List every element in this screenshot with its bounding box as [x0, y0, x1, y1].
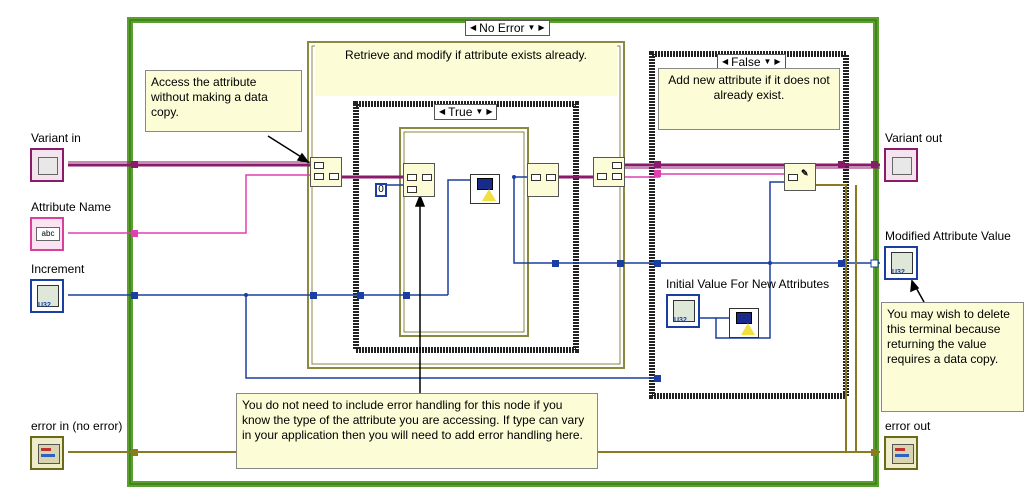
variant-input-port	[314, 162, 324, 169]
zero-constant[interactable]: 0	[375, 183, 387, 197]
modified-value-terminal[interactable]: U32	[884, 246, 918, 280]
variant-output-port	[546, 174, 556, 181]
variant-in-terminal[interactable]	[30, 148, 64, 182]
value-output-port	[329, 173, 339, 180]
u32-label: U32	[892, 269, 905, 276]
variant-input-port	[531, 174, 541, 181]
type-input-port	[407, 186, 417, 193]
error-status-bar	[895, 448, 905, 451]
inner-case-selector[interactable]: ◀ True ▼ ▶	[434, 104, 498, 120]
increment-arrow-icon[interactable]: ▶	[486, 104, 492, 120]
error-code-bar	[41, 454, 55, 457]
increment-function-false-case[interactable]	[729, 308, 759, 338]
modified-value-label: Modified Attribute Value	[885, 229, 1011, 243]
error-in-terminal[interactable]	[30, 436, 64, 470]
value-input-port	[612, 173, 622, 180]
variant-icon	[892, 157, 912, 175]
initial-value-label: Initial Value For New Attributes	[666, 277, 830, 291]
variant-out-terminal[interactable]	[884, 148, 918, 182]
ipe-structure-title: Retrieve and modify if attribute exists …	[315, 44, 617, 96]
inner-case-selector-label: True	[448, 105, 473, 119]
inner-ipe-frame	[399, 127, 529, 337]
outer-case-selector-label: No Error	[479, 21, 525, 35]
delete-terminal-note-text: You may wish to delete this terminal bec…	[887, 307, 1010, 366]
add-icon	[741, 323, 755, 335]
error-code-bar	[895, 454, 909, 457]
pencil-icon: ✎	[801, 168, 809, 178]
false-case-title-text: Add new attribute if it does not already…	[668, 73, 830, 102]
chevron-down-icon[interactable]: ▼	[528, 20, 536, 36]
attribute-name-terminal[interactable]: abc	[30, 217, 64, 251]
variant-out-label: Variant out	[885, 131, 943, 145]
inner-ipe-get-node[interactable]	[403, 163, 435, 197]
increment-function[interactable]	[470, 174, 500, 204]
name-input-port	[314, 173, 324, 180]
chevron-down-icon[interactable]: ▼	[475, 104, 483, 120]
access-note: Access the attribute without making a da…	[145, 70, 302, 132]
variant-input-port	[407, 174, 417, 181]
error-out-label: error out	[885, 419, 931, 433]
u32-label: U32	[674, 317, 687, 324]
variant-output-port	[422, 174, 432, 181]
string-icon: abc	[36, 227, 60, 241]
attribute-name-label: Attribute Name	[31, 200, 112, 214]
increment-label: Increment	[31, 262, 85, 276]
variant-in-label: Variant in	[31, 131, 81, 145]
ipe-structure-title-text: Retrieve and modify if attribute exists …	[345, 48, 587, 62]
delete-terminal-note: You may wish to delete this terminal bec…	[881, 302, 1024, 412]
name-output-port	[597, 173, 607, 180]
outer-case-selector[interactable]: ◀ No Error ▼ ▶	[465, 20, 550, 36]
increment-arrow-icon[interactable]: ▶	[538, 20, 544, 36]
increment-terminal[interactable]: U32	[30, 279, 64, 313]
error-status-bar	[41, 448, 51, 451]
variant-input-port	[788, 174, 798, 181]
false-case-title: Add new attribute if it does not already…	[658, 68, 840, 130]
inner-ipe-set-node[interactable]	[527, 163, 559, 197]
variant-icon	[38, 157, 58, 175]
ipe-get-attribute-node[interactable]	[310, 157, 342, 187]
add-icon	[482, 189, 496, 201]
u32-label: U32	[38, 302, 51, 309]
error-in-label: error in (no error)	[31, 419, 123, 433]
set-variant-attribute-function[interactable]: ✎	[784, 163, 816, 191]
error-handling-note: You do not need to include error handlin…	[236, 393, 598, 469]
error-handling-note-text: You do not need to include error handlin…	[242, 398, 585, 442]
decrement-arrow-icon[interactable]: ◀	[470, 20, 476, 36]
decrement-arrow-icon[interactable]: ◀	[439, 104, 445, 120]
initial-value-terminal[interactable]: U32	[666, 294, 700, 328]
access-note-text: Access the attribute without making a da…	[151, 75, 268, 119]
ipe-set-attribute-node[interactable]	[593, 157, 625, 187]
error-out-terminal[interactable]	[884, 436, 918, 470]
variant-output-port	[612, 162, 622, 169]
inner-case-frame	[353, 101, 579, 353]
